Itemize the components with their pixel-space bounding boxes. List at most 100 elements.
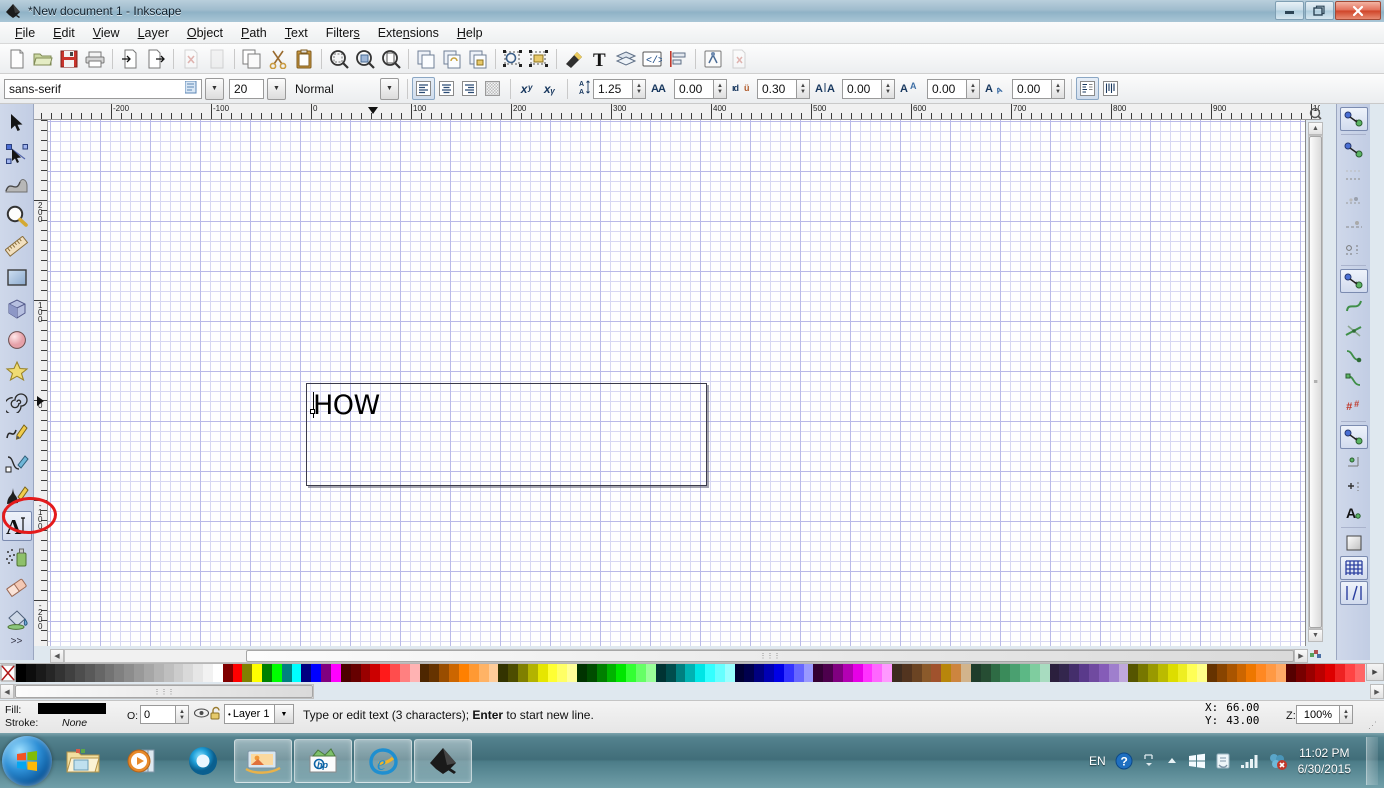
taskbar-inkscape[interactable] (414, 739, 472, 783)
palette-swatch[interactable] (981, 664, 991, 682)
palette-swatch[interactable] (1276, 664, 1286, 682)
palette-scrollbar-track[interactable]: ⋮⋮⋮ (14, 684, 314, 699)
palette-swatch[interactable] (46, 664, 56, 682)
palette-swatch[interactable] (1266, 664, 1276, 682)
palette-swatch[interactable] (223, 664, 233, 682)
palette-swatch[interactable] (1217, 664, 1227, 682)
palette-swatch[interactable] (75, 664, 85, 682)
language-indicator[interactable]: EN (1089, 754, 1106, 768)
palette-swatch[interactable] (764, 664, 774, 682)
palette-swatch[interactable] (892, 664, 902, 682)
palette-swatch[interactable] (941, 664, 951, 682)
horizontal-kerning-input[interactable]: 0.00 (842, 79, 882, 99)
network-signal-icon[interactable] (1240, 753, 1258, 769)
ellipse-tool[interactable] (2, 325, 32, 355)
taskbar-media-player[interactable] (114, 739, 172, 783)
palette-swatch[interactable] (1237, 664, 1247, 682)
palette-swatch[interactable] (154, 664, 164, 682)
cut-icon[interactable] (265, 46, 291, 72)
resize-grip[interactable]: ⋰ (1368, 720, 1377, 731)
line-spacing-stepper[interactable]: ▲▼ (633, 79, 646, 99)
palette-swatch[interactable] (567, 664, 577, 682)
palette-swatch[interactable] (124, 664, 134, 682)
palette-swatch[interactable] (1315, 664, 1325, 682)
align-distribute-icon[interactable] (665, 46, 691, 72)
palette-swatch[interactable] (134, 664, 144, 682)
palette-swatch[interactable] (813, 664, 823, 682)
close-button[interactable] (1335, 1, 1381, 20)
snap-grid-button[interactable] (1340, 556, 1368, 580)
menu-path[interactable]: Path (232, 24, 276, 42)
vertical-shift-stepper[interactable]: ▲▼ (967, 79, 980, 99)
text-horizontal-button[interactable] (1076, 77, 1099, 100)
menu-extensions[interactable]: Extensions (369, 24, 448, 42)
canvas-horizontal-scrollbar-thumb[interactable]: ⋮⋮⋮ (246, 650, 1294, 662)
bucket-fill-tool[interactable] (2, 604, 32, 634)
font-style-dropdown-arrow[interactable]: ▼ (380, 78, 399, 100)
text-properties-icon[interactable]: T (587, 46, 613, 72)
palette-swatch[interactable] (961, 664, 971, 682)
calligraphy-tool[interactable] (2, 480, 32, 510)
snap-nodes-master-button[interactable] (1340, 269, 1368, 293)
clone-icon[interactable] (439, 46, 465, 72)
palette-swatch[interactable] (390, 664, 400, 682)
palette-swatch[interactable] (331, 664, 341, 682)
windows-start-orb[interactable] (2, 736, 52, 786)
taskbar-clock[interactable]: 11:02 PM 6/30/2015 (1298, 745, 1351, 777)
word-spacing-input[interactable]: 0.30 (757, 79, 797, 99)
palette-swatch[interactable] (695, 664, 705, 682)
palette-swatch[interactable] (1089, 664, 1099, 682)
palette-swatch[interactable] (105, 664, 115, 682)
palette-swatch[interactable] (872, 664, 882, 682)
palette-swatch[interactable] (823, 664, 833, 682)
align-right-button[interactable] (458, 77, 481, 100)
palette-scrollbar-thumb[interactable]: ⋮⋮⋮ (15, 685, 313, 698)
palette-swatch[interactable] (656, 664, 666, 682)
palette-swatch[interactable] (1099, 664, 1109, 682)
show-desktop-button[interactable] (1366, 737, 1378, 785)
unlock-icon[interactable] (210, 706, 222, 723)
sync-error-icon[interactable] (1267, 752, 1287, 770)
color-palette[interactable] (0, 663, 1366, 681)
palette-swatch[interactable] (272, 664, 282, 682)
duplicate-icon[interactable] (413, 46, 439, 72)
palette-swatch[interactable] (193, 664, 203, 682)
font-size-dropdown-arrow[interactable]: ▼ (267, 78, 286, 100)
document-properties-icon[interactable] (726, 46, 752, 72)
subscript-button[interactable]: xᵧ (538, 77, 561, 100)
redo-icon[interactable] (204, 46, 230, 72)
palette-swatch[interactable] (1138, 664, 1148, 682)
vertical-ruler[interactable]: -200-1000100200 (34, 120, 48, 646)
snap-text-baseline-button[interactable]: A (1340, 500, 1368, 524)
palette-swatch[interactable] (144, 664, 154, 682)
palette-swatch[interactable] (95, 664, 105, 682)
word-spacing-stepper[interactable]: ▲▼ (797, 79, 810, 99)
palette-swatch[interactable] (183, 664, 193, 682)
palette-swatch[interactable] (262, 664, 272, 682)
palette-swatch[interactable] (735, 664, 745, 682)
snap-page-border-button[interactable] (1340, 531, 1368, 555)
palette-swatch[interactable] (1128, 664, 1138, 682)
palette-swatch[interactable] (498, 664, 508, 682)
device-icon[interactable] (1215, 752, 1231, 770)
palette-swatch[interactable] (85, 664, 95, 682)
menu-layer[interactable]: Layer (129, 24, 178, 42)
snap-path-intersection-button[interactable] (1340, 319, 1368, 343)
snap-object-center-button[interactable] (1340, 450, 1368, 474)
palette-swatch[interactable] (1010, 664, 1020, 682)
palette-swatch[interactable] (1197, 664, 1207, 682)
align-justify-button[interactable] (481, 77, 504, 100)
character-rotation-input[interactable]: 0.00 (1012, 79, 1052, 99)
tweak-tool[interactable] (2, 170, 32, 200)
palette-swatch[interactable] (1256, 664, 1266, 682)
palette-swatch[interactable] (794, 664, 804, 682)
paste-icon[interactable] (291, 46, 317, 72)
palette-swatch[interactable] (951, 664, 961, 682)
palette-swatch[interactable] (164, 664, 174, 682)
palette-swatch[interactable] (1059, 664, 1069, 682)
palette-swatch[interactable] (65, 664, 75, 682)
letter-spacing-stepper[interactable]: ▲▼ (714, 79, 727, 99)
menu-edit[interactable]: Edit (44, 24, 84, 42)
canvas-rotate-handle[interactable] (1307, 645, 1324, 661)
menu-text[interactable]: Text (276, 24, 317, 42)
